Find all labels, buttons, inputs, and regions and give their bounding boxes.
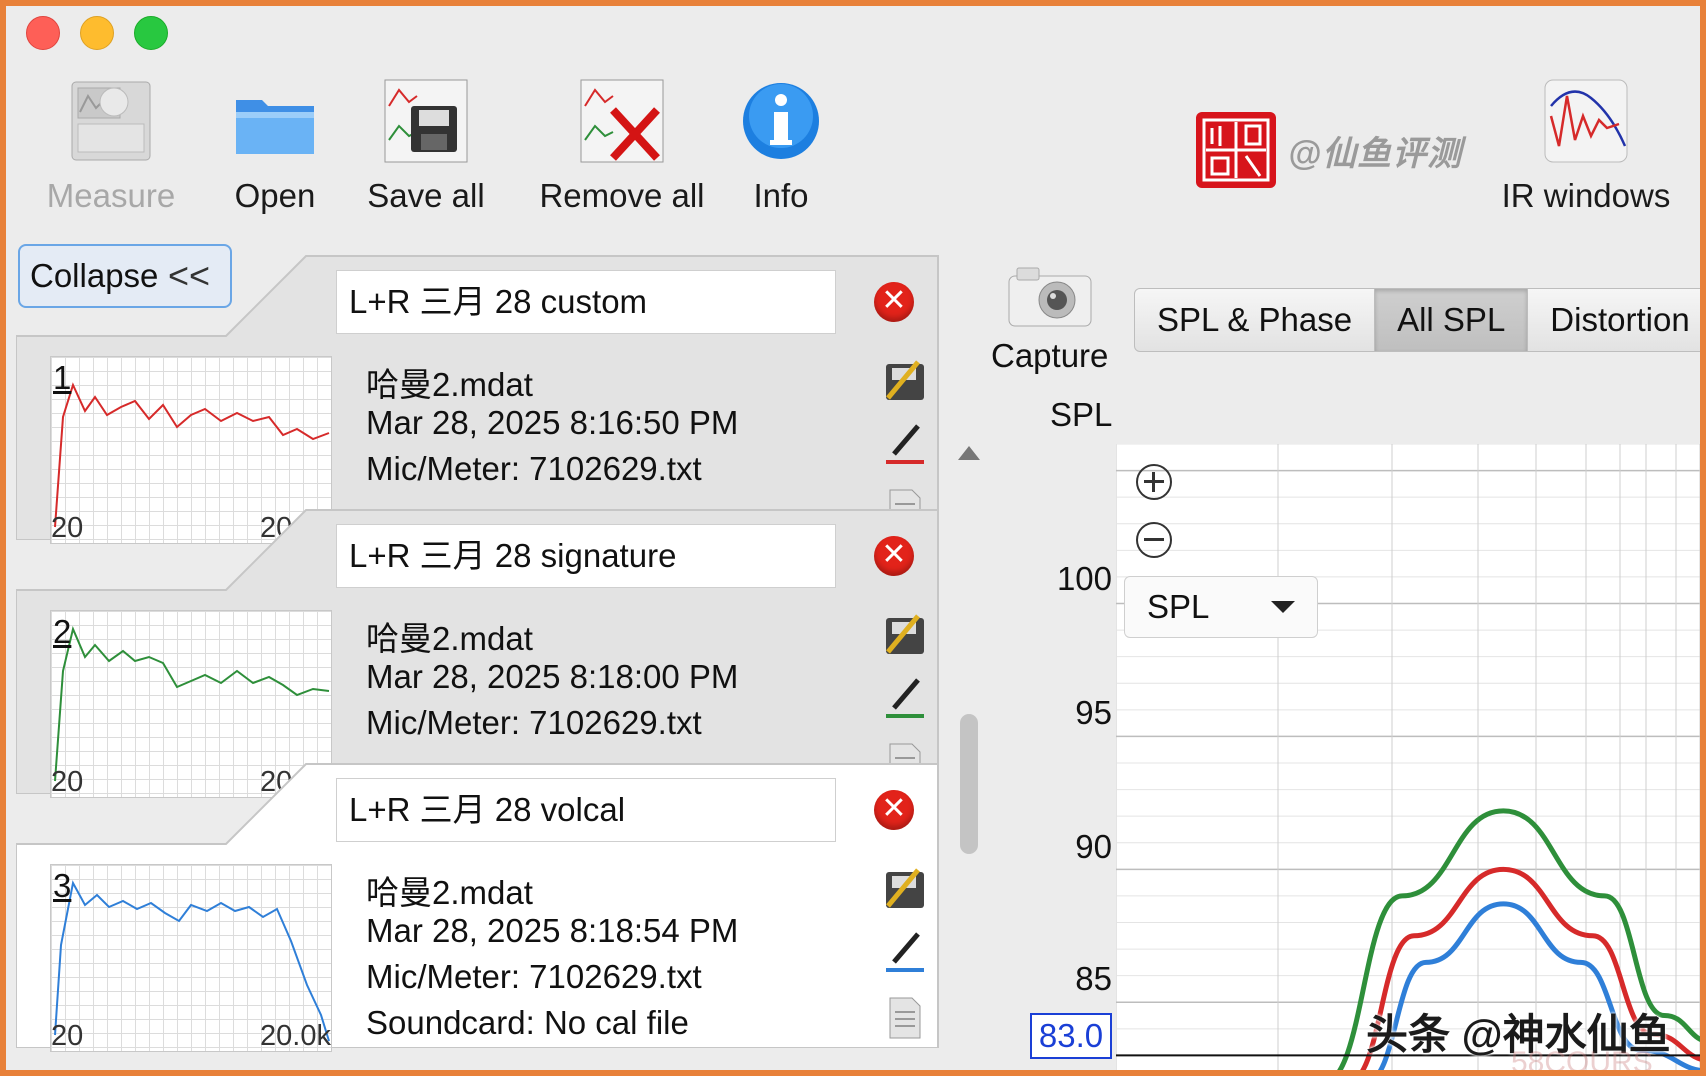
measure-icon [71, 81, 151, 161]
measurement-name-field[interactable]: L+R 三月 28 signature [336, 524, 836, 588]
title-bar [6, 6, 1700, 67]
measurement-name-field[interactable]: L+R 三月 28 custom [336, 270, 836, 334]
thumbnail-x-max: 20.0k [260, 1020, 331, 1052]
measurement-mic-cal: Mic/Meter: 7102629.txt [366, 704, 702, 741]
tab-all-spl[interactable]: All SPL [1375, 288, 1529, 352]
measurement-name-field[interactable]: L+R 三月 28 volcal [336, 778, 836, 842]
zoom-in-icon[interactable] [1136, 464, 1172, 500]
ir-windows-icon [1544, 79, 1628, 163]
dropdown-caret-icon [1271, 601, 1295, 613]
save-all-button[interactable]: Save all [356, 76, 496, 215]
measurement-date: Mar 28, 2025 8:18:54 PM [366, 912, 739, 949]
y-tick-label: 100 [1056, 560, 1112, 597]
measurement-index: 2 [53, 613, 72, 650]
edit-color-pen-icon[interactable] [882, 420, 928, 466]
save-measurement-icon[interactable] [882, 358, 928, 404]
measurement-date: Mar 28, 2025 8:16:50 PM [366, 404, 739, 441]
save-measurement-icon[interactable] [882, 612, 928, 658]
app-window: Measure Open Save all Remove all Info @仙… [0, 0, 1706, 1076]
measurement-card: L+R 三月 28 signature ✕ 2 20 20.0k 哈曼2.mda… [16, 504, 939, 798]
ir-windows-label: IR windows [1501, 177, 1671, 214]
measurement-mic-cal: Mic/Meter: 7102629.txt [366, 450, 702, 487]
cursor-value-readout: 83.0 [1030, 1013, 1112, 1059]
zoom-window-button[interactable] [134, 16, 168, 50]
save-all-label: Save all [367, 177, 485, 214]
zoom-out-icon[interactable] [1136, 522, 1172, 558]
tab-spl-phase[interactable]: SPL & Phase [1134, 288, 1376, 352]
scroll-up-arrow-icon[interactable] [958, 446, 980, 460]
measurement-file: 哈曼2.mdat [366, 366, 533, 403]
measurement-thumbnail[interactable]: 3 20 20.0k [50, 864, 332, 1052]
y-tick-label: 90 [1075, 828, 1112, 865]
edit-color-pen-icon[interactable] [882, 928, 928, 974]
measurement-body: 3 20 20.0k 哈曼2.mdat Mar 28, 2025 8:18:54… [26, 844, 946, 1052]
measurement-list-scrollbar[interactable] [954, 446, 984, 1070]
minimize-window-button[interactable] [80, 16, 114, 50]
graph-tabs: SPL & Phase All SPL Distortion [1134, 288, 1700, 356]
remove-measurement-icon[interactable]: ✕ [874, 790, 914, 830]
measurement-mic-cal: Mic/Meter: 7102629.txt [366, 958, 702, 995]
info-icon [743, 83, 819, 159]
measurement-date: Mar 28, 2025 8:18:00 PM [366, 658, 739, 695]
measurement-body: 1 20 20.0k 哈曼2.mdat Mar 28, 2025 8:16:50… [26, 336, 946, 544]
folder-icon [236, 100, 314, 154]
brand-handle: @仙鱼评测 [1288, 135, 1463, 173]
remove-all-icon [580, 79, 664, 163]
info-label: Info [753, 177, 809, 214]
measurement-soundcard-cal: Soundcard: No cal file [366, 1004, 689, 1041]
thumbnail-x-min: 20 [51, 1020, 84, 1052]
info-button[interactable]: Info [736, 76, 826, 215]
open-button[interactable]: Open [220, 76, 330, 215]
spl-graph[interactable] [1116, 444, 1706, 1076]
y-tick-label: 95 [1075, 694, 1112, 731]
measure-label: Measure [46, 177, 176, 214]
toolbar: Measure Open Save all Remove all Info @仙… [6, 66, 1700, 236]
thumbnail-response-line [54, 880, 330, 1042]
y-axis-title: SPL [1050, 396, 1113, 433]
remove-measurement-icon[interactable]: ✕ [874, 536, 914, 576]
measurement-file: 哈曼2.mdat [366, 620, 533, 657]
camera-icon [1008, 267, 1092, 327]
scrollbar-thumb[interactable] [960, 714, 978, 854]
measurement-card: L+R 三月 28 custom ✕ 1 20 20.0k 哈曼2.mdat M… [16, 250, 939, 544]
save-measurement-icon[interactable] [882, 866, 928, 912]
brand-seal-logo [1196, 112, 1276, 188]
ir-windows-button[interactable]: IR windows [1486, 76, 1686, 215]
measurement-body: 2 20 20.0k 哈曼2.mdat Mar 28, 2025 8:18:00… [26, 590, 946, 798]
open-label: Open [234, 177, 316, 214]
measurement-index: 3 [53, 867, 72, 904]
save-disk-icon [384, 79, 468, 163]
graph-type-select[interactable]: SPL [1124, 576, 1318, 638]
y-tick-label: 85 [1075, 960, 1112, 997]
measurement-card: L+R 三月 28 volcal ✕ 3 20 20.0k 哈曼2.mdat M… [16, 758, 939, 1052]
measurement-file: 哈曼2.mdat [366, 874, 533, 911]
edit-color-pen-icon[interactable] [882, 674, 928, 720]
remove-measurement-icon[interactable]: ✕ [874, 282, 914, 322]
plot-background [1116, 444, 1700, 1070]
remove-all-label: Remove all [539, 177, 705, 214]
measurement-index: 1 [53, 359, 72, 396]
measure-button[interactable]: Measure [36, 76, 186, 215]
tab-distortion[interactable]: Distortion [1528, 288, 1700, 352]
capture-button[interactable]: Capture [991, 262, 1108, 375]
graph-type-value: SPL [1147, 588, 1210, 625]
notes-document-icon[interactable] [882, 994, 928, 1040]
capture-label: Capture [991, 337, 1109, 374]
close-window-button[interactable] [26, 16, 60, 50]
faint-watermark-text: 58COURS [1511, 1046, 1653, 1076]
remove-all-button[interactable]: Remove all [532, 76, 712, 215]
